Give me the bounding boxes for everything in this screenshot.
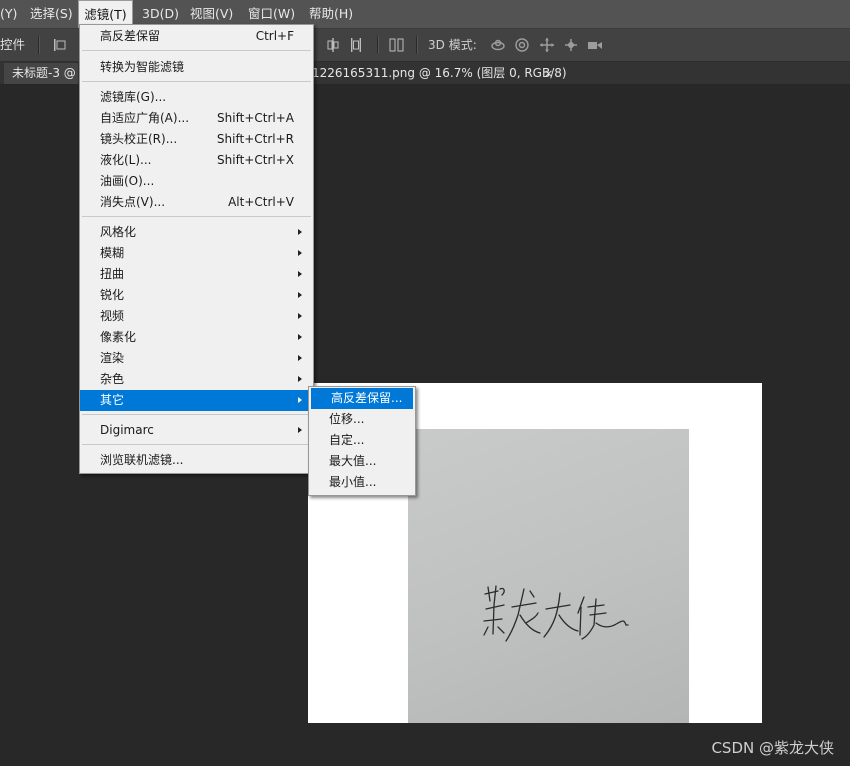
orbit-icon[interactable] (490, 37, 506, 53)
menu-item-pixelate[interactable]: 像素化 (80, 327, 311, 348)
submenu-arrow-icon (298, 355, 302, 361)
3d-mode-label: 3D 模式: (428, 38, 477, 52)
menu-item-vanishing-point[interactable]: 消失点(V)... Alt+Ctrl+V (80, 192, 311, 213)
submenu-arrow-icon (298, 334, 302, 340)
distribute-horizontal-icon[interactable] (389, 37, 405, 53)
submenu-arrow-icon (298, 313, 302, 319)
menu-item-blur[interactable]: 模糊 (80, 243, 311, 264)
tab-untitled-3[interactable]: 未标题-3 @ (4, 63, 78, 84)
menu-separator (82, 414, 311, 415)
tab-close-icon[interactable]: × (544, 63, 553, 84)
menu-separator (82, 50, 311, 51)
submenu-arrow-icon (298, 397, 302, 403)
menu-item-sharpen[interactable]: 锐化 (80, 285, 311, 306)
tab-image-png[interactable]: 1226165311.png @ 16.7% (图层 0, RGB/8) (312, 63, 567, 84)
menu-item-render[interactable]: 渲染 (80, 348, 311, 369)
menu-type[interactable]: (Y) (0, 0, 17, 28)
menu-item-browse-filters-online[interactable]: 浏览联机滤镜... (80, 450, 311, 471)
slide-icon[interactable] (563, 37, 579, 53)
submenu-item-offset[interactable]: 位移... (309, 409, 413, 430)
menu-item-liquify[interactable]: 液化(L)... Shift+Ctrl+X (80, 150, 311, 171)
menu-item-noise[interactable]: 杂色 (80, 369, 311, 390)
submenu-arrow-icon (298, 292, 302, 298)
menu-item-video[interactable]: 视频 (80, 306, 311, 327)
menu-item-digimarc[interactable]: Digimarc (80, 420, 311, 441)
options-separator (377, 36, 379, 54)
menu-item-adaptive-wide-angle[interactable]: 自适应广角(A)... Shift+Ctrl+A (80, 108, 311, 129)
submenu-arrow-icon (298, 250, 302, 256)
submenu-arrow-icon (298, 229, 302, 235)
submenu-item-minimum[interactable]: 最小值... (309, 472, 413, 493)
menu-item-oil-paint[interactable]: 油画(O)... (80, 171, 311, 192)
menu-item-last-filter[interactable]: 高反差保留 Ctrl+F (80, 26, 311, 47)
submenu-arrow-icon (298, 427, 302, 433)
menu-separator (82, 81, 311, 82)
distribute-vertical-icon[interactable] (348, 37, 364, 53)
options-separator (38, 36, 40, 54)
menu-item-other[interactable]: 其它 (80, 390, 311, 411)
camera-icon[interactable] (587, 37, 603, 53)
pan-icon[interactable] (539, 37, 555, 53)
align-left-icon[interactable] (52, 37, 68, 53)
align-center-icon[interactable] (325, 37, 341, 53)
menu-separator (82, 444, 311, 445)
menu-separator (82, 216, 311, 217)
submenu-arrow-icon (298, 271, 302, 277)
submenu-item-custom[interactable]: 自定... (309, 430, 413, 451)
other-submenu: 高反差保留... 位移... 自定... 最大值... 最小值... (308, 386, 416, 496)
watermark: CSDN @紫龙大侠 (711, 739, 834, 757)
controls-label: 控件 (0, 37, 26, 52)
roll-icon[interactable] (514, 37, 530, 53)
menu-select[interactable]: 选择(S) (30, 0, 73, 28)
menu-help[interactable]: 帮助(H) (309, 0, 353, 28)
menu-item-lens-correction[interactable]: 镜头校正(R)... Shift+Ctrl+R (80, 129, 311, 150)
signature-photo (408, 429, 689, 723)
menu-item-stylize[interactable]: 风格化 (80, 222, 311, 243)
menu-item-distort[interactable]: 扭曲 (80, 264, 311, 285)
handwritten-signature (483, 585, 629, 642)
submenu-item-high-pass[interactable]: 高反差保留... (311, 388, 413, 409)
options-separator (416, 36, 418, 54)
filter-menu: 高反差保留 Ctrl+F 转换为智能滤镜 滤镜库(G)... 自适应广角(A)..… (79, 24, 314, 474)
submenu-item-maximum[interactable]: 最大值... (309, 451, 413, 472)
menu-item-convert-smart-filter[interactable]: 转换为智能滤镜 (80, 57, 311, 78)
submenu-arrow-icon (298, 376, 302, 382)
menu-item-filter-gallery[interactable]: 滤镜库(G)... (80, 87, 311, 108)
